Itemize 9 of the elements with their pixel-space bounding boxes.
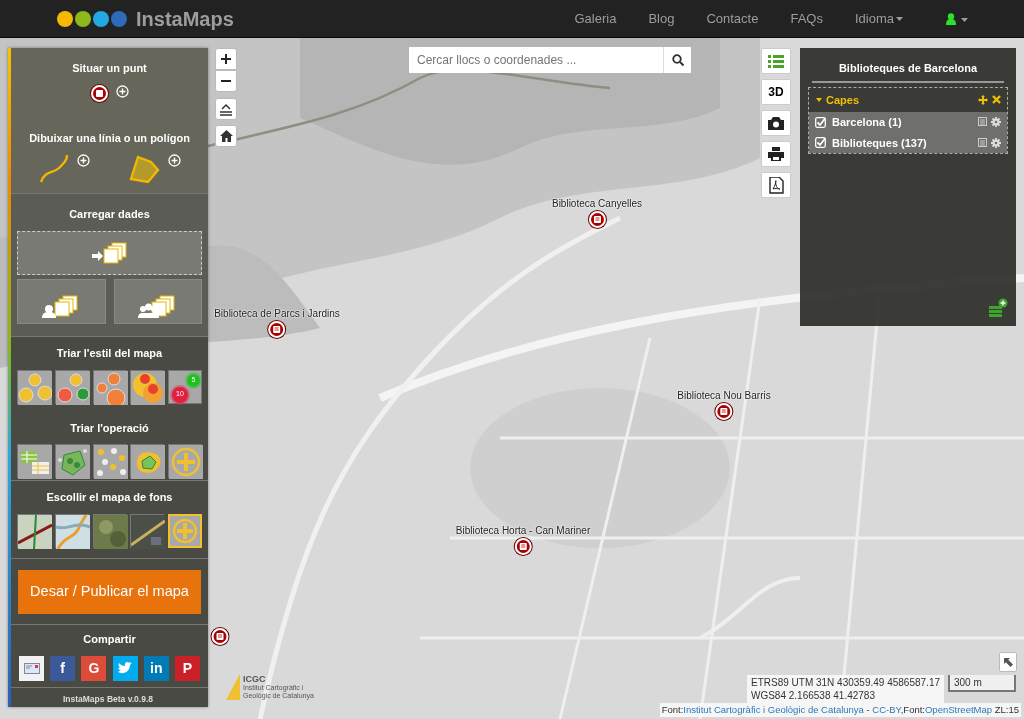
nav-link[interactable]: FAQs <box>790 8 823 29</box>
nav-link[interactable]: Galeria <box>574 8 617 29</box>
nav-link[interactable]: Blog <box>648 8 675 29</box>
brand-name[interactable]: InstaMaps <box>136 3 234 34</box>
caret-icon[interactable] <box>896 15 904 22</box>
nav-link[interactable]: Idioma <box>854 8 904 29</box>
logo-icon <box>56 9 128 28</box>
user-menu[interactable] <box>946 12 968 25</box>
nav-link[interactable]: Contacte <box>706 8 759 29</box>
